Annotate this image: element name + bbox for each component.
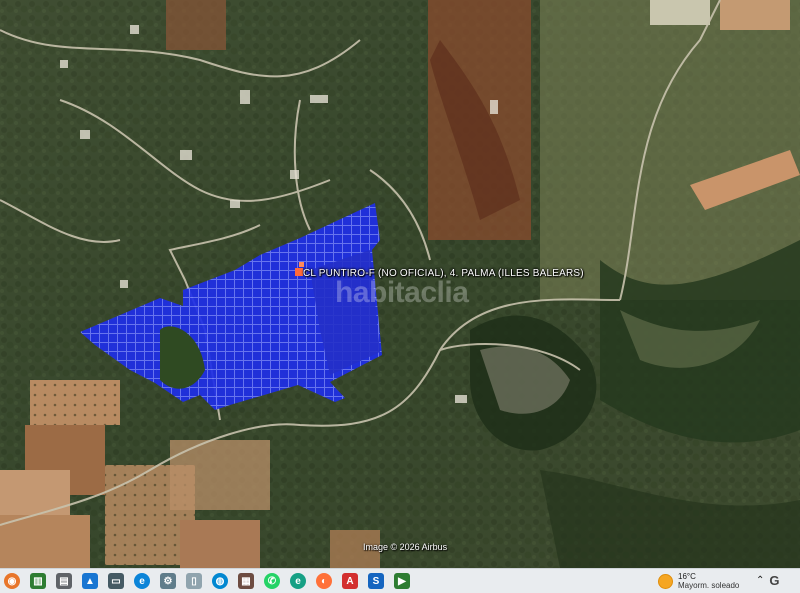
watermark-logo: habitaclia (335, 276, 469, 309)
photos-icon[interactable]: ▲ (82, 573, 98, 589)
weather-condition: Mayorm. soleado (678, 581, 740, 590)
start-icon[interactable]: ◉ (4, 573, 20, 589)
chevron-up-icon[interactable]: ⌃ (756, 575, 764, 586)
acrobat-icon[interactable]: A (342, 573, 358, 589)
weather-temperature: 16°C (678, 572, 696, 581)
satellite-map[interactable]: CL PUNTIRO-F (NO OFICIAL), 4. PALMA (ILL… (0, 0, 800, 568)
weather-widget[interactable]: 16°C Mayorm. soleado (658, 572, 739, 590)
system-tray: ⌃ G (756, 573, 780, 588)
screen-icon[interactable]: ▭ (108, 573, 124, 589)
dashboard-icon[interactable]: ▥ (30, 573, 46, 589)
files-icon[interactable]: ▦ (238, 573, 254, 589)
firefox-icon[interactable]: ◐ (316, 573, 332, 589)
settings-icon[interactable]: ⚙ (160, 573, 176, 589)
edge-icon[interactable]: e (134, 573, 150, 589)
globe-icon[interactable]: ◍ (212, 573, 228, 589)
printer-icon[interactable]: ▤ (56, 573, 72, 589)
windows-taskbar: ◉ ▥ ▤ ▲ ▭ e ⚙ ▯ ◍ ▦ ✆ e ◐ A S ▶ 16°C May… (0, 568, 800, 593)
edge-green-icon[interactable]: e (290, 573, 306, 589)
whatsapp-icon[interactable]: ✆ (264, 573, 280, 589)
paint-icon[interactable]: S (368, 573, 384, 589)
document-icon[interactable]: ▯ (186, 573, 202, 589)
google-icon[interactable]: G (769, 573, 779, 588)
sun-icon (658, 573, 673, 589)
presentation-icon[interactable]: ▶ (394, 573, 410, 589)
imagery-credit: Image © 2026 Airbus (363, 542, 448, 552)
